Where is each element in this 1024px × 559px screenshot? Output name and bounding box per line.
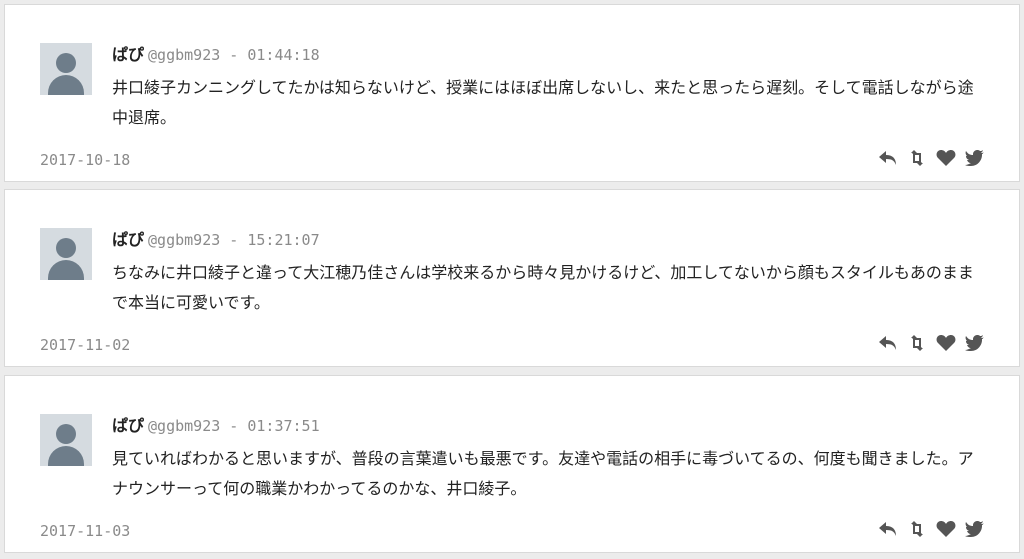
- twitter-icon[interactable]: [965, 520, 985, 538]
- retweet-icon[interactable]: [907, 520, 927, 538]
- author-name[interactable]: ぱぴ: [112, 230, 144, 249]
- comment-time[interactable]: 01:37:51: [247, 417, 319, 435]
- default-avatar-icon[interactable]: [40, 228, 92, 280]
- comment-text: 井口綾子カンニングしてたかは知らないけど、授業にはほぼ出席しないし、来たと思った…: [112, 78, 974, 127]
- reply-icon[interactable]: [878, 149, 898, 167]
- avatar-head: [56, 53, 76, 73]
- author-handle[interactable]: @ggbm923: [148, 231, 220, 249]
- reply-icon[interactable]: [878, 520, 898, 538]
- twitter-icon[interactable]: [965, 334, 985, 352]
- avatar-body: [48, 446, 84, 466]
- avatar-head: [56, 424, 76, 444]
- author-handle[interactable]: @ggbm923: [148, 46, 220, 64]
- author-handle[interactable]: @ggbm923: [148, 417, 220, 435]
- heart-icon[interactable]: [936, 149, 956, 167]
- comment-meta: ぱぴ @ggbm923 - 01:44:18: [112, 41, 320, 65]
- comment-card: ぱぴ @ggbm923 - 01:37:51 見ていればわかると思いますが、普段の…: [4, 375, 1020, 553]
- meta-separator: -: [220, 231, 248, 249]
- retweet-icon[interactable]: [907, 334, 927, 352]
- comment-actions: [878, 334, 985, 352]
- comment-actions: [878, 520, 985, 538]
- comment-meta: ぱぴ @ggbm923 - 15:21:07: [112, 226, 320, 250]
- reply-icon[interactable]: [878, 334, 898, 352]
- avatar-head: [56, 238, 76, 258]
- retweet-icon[interactable]: [907, 149, 927, 167]
- avatar-body: [48, 75, 84, 95]
- meta-separator: -: [220, 46, 248, 64]
- heart-icon[interactable]: [936, 520, 956, 538]
- heart-icon[interactable]: [936, 334, 956, 352]
- comment-date: 2017-11-02: [40, 336, 131, 354]
- comment-text: ちなみに井口綾子と違って大江穂乃佳さんは学校来るから時々見かけるけど、加工してな…: [112, 263, 974, 312]
- comment-date: 2017-10-18: [40, 151, 131, 169]
- comment-time[interactable]: 15:21:07: [247, 231, 319, 249]
- default-avatar-icon[interactable]: [40, 414, 92, 466]
- avatar-body: [48, 260, 84, 280]
- comment-meta: ぱぴ @ggbm923 - 01:37:51: [112, 412, 320, 436]
- comment-time[interactable]: 01:44:18: [247, 46, 319, 64]
- comment-actions: [878, 149, 985, 167]
- comment-text: 見ていればわかると思いますが、普段の言葉遣いも最悪です。友達や電話の相手に毒づい…: [112, 449, 974, 498]
- comment-date: 2017-11-03: [40, 522, 131, 540]
- twitter-icon[interactable]: [965, 149, 985, 167]
- default-avatar-icon[interactable]: [40, 43, 92, 95]
- author-name[interactable]: ぱぴ: [112, 45, 144, 64]
- comment-card: ぱぴ @ggbm923 - 15:21:07 ちなみに井口綾子と違って大江穂乃佳さ…: [4, 189, 1020, 367]
- author-name[interactable]: ぱぴ: [112, 416, 144, 435]
- comment-card: ぱぴ @ggbm923 - 01:44:18 井口綾子カンニングしてたかは知らない…: [4, 4, 1020, 182]
- meta-separator: -: [220, 417, 248, 435]
